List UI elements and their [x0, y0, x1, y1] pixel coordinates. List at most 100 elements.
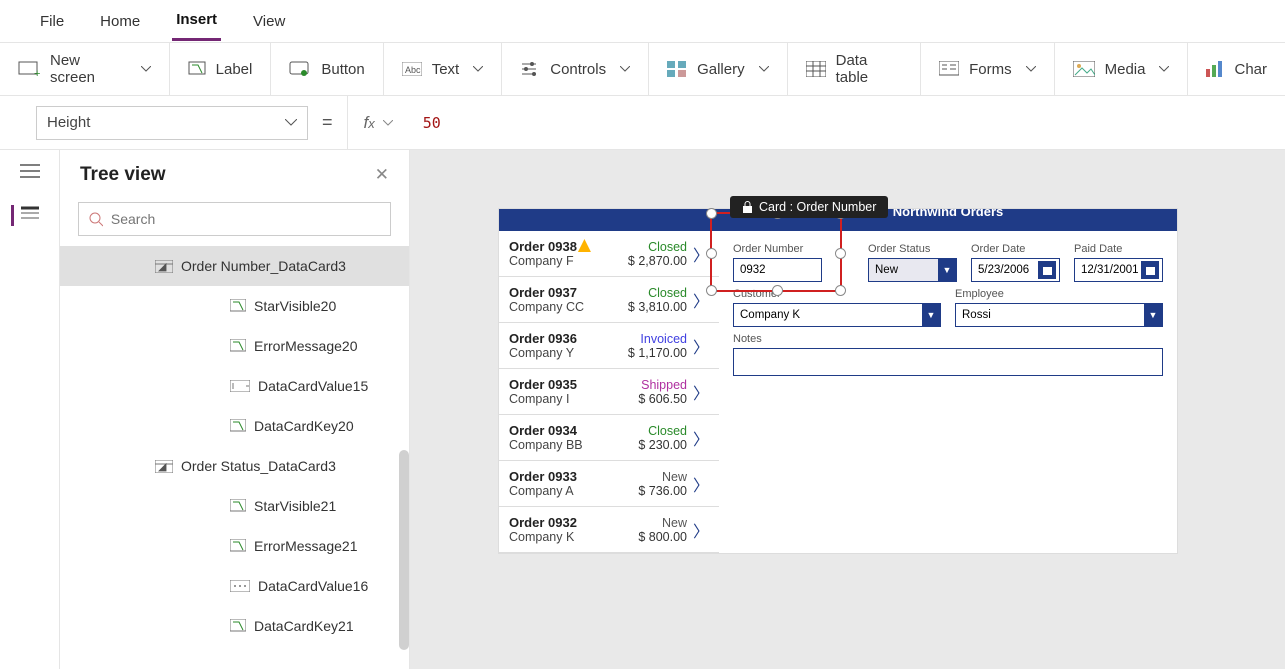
control-icon [230, 539, 246, 553]
tree-node-item[interactable]: DataCardKey21 [60, 606, 409, 646]
select-customer[interactable]: Company K▼ [733, 303, 941, 327]
menu-insert[interactable]: Insert [172, 1, 221, 41]
left-rail [0, 150, 60, 669]
gallery-item[interactable]: Order 0932Company KNew$ 800.00〉 [499, 507, 719, 553]
label-order-status: Order Status [868, 243, 957, 255]
select-employee[interactable]: Rossi▼ [955, 303, 1163, 327]
tree-node-card[interactable]: ◢Order Number_DataCard3 [60, 246, 409, 286]
company-name: Company K [509, 530, 638, 544]
menu-home[interactable]: Home [96, 3, 144, 40]
select-order-status[interactable]: New▼ [868, 258, 957, 282]
expand-icon[interactable]: ◢ [158, 260, 166, 273]
tree-node-item[interactable]: DataCardValue16 [60, 566, 409, 606]
equals-label: = [322, 112, 333, 133]
control-icon [230, 499, 246, 513]
control-icon [230, 299, 246, 313]
order-id: Order 0935 [509, 377, 638, 392]
chart-icon [1206, 61, 1224, 77]
gallery-item[interactable]: Order 0933Company ANew$ 736.00〉 [499, 461, 719, 507]
tree-node-label: Order Status_DataCard3 [181, 458, 336, 474]
close-icon[interactable]: ✕ [375, 165, 389, 185]
chevron-down-icon: ▼ [1144, 303, 1162, 327]
ribbon-button[interactable]: Button [271, 43, 383, 95]
tree-node-item[interactable]: ErrorMessage20 [60, 326, 409, 366]
order-status: Shipped [638, 378, 687, 392]
tree-node-item[interactable]: DataCardValue15 [60, 366, 409, 406]
order-id: Order 0937 [509, 285, 628, 300]
gallery-header [499, 209, 719, 231]
tree-node-label: DataCardKey20 [254, 418, 354, 434]
ribbon-gallery[interactable]: Gallery [649, 43, 788, 95]
ribbon-label[interactable]: Label [170, 43, 272, 95]
menu-view[interactable]: View [249, 3, 289, 40]
company-name: Company Y [509, 346, 628, 360]
tree-node-label: StarVisible20 [254, 298, 336, 314]
gallery-item[interactable]: Order 0935Company IShipped$ 606.50〉 [499, 369, 719, 415]
tree-node-item[interactable]: DataCardKey20 [60, 406, 409, 446]
order-amount: $ 2,870.00 [628, 254, 687, 268]
gallery-item[interactable]: Order 0936Company YInvoiced$ 1,170.00〉 [499, 323, 719, 369]
label-icon [188, 61, 206, 77]
order-id: Order 0933 [509, 469, 638, 484]
menu-bar: File Home Insert View [0, 0, 1285, 42]
property-selector[interactable]: Height [36, 106, 308, 140]
screen-icon: + [18, 61, 40, 77]
tree-node-item[interactable]: StarVisible21 [60, 486, 409, 526]
order-status: Closed [628, 240, 687, 254]
control-icon [230, 419, 246, 433]
chevron-down-icon: ▼ [922, 303, 940, 327]
chevron-right-icon: 〉 [693, 380, 709, 404]
tree-list: ◢Order Number_DataCard3 StarVisible20 Erro… [60, 246, 409, 669]
order-amount: $ 800.00 [638, 530, 687, 544]
label-notes: Notes [733, 333, 1163, 345]
tree-view-panel: Tree view ✕ ◢Order Number_DataCard3StarV… [60, 150, 410, 669]
formula-bar: Height = fx 50 [0, 96, 1285, 150]
selection-outline [710, 212, 842, 292]
ribbon-forms[interactable]: Forms [921, 43, 1055, 95]
order-id: Order 0932 [509, 515, 638, 530]
ribbon: + New screen Label Button Abc Text Contr… [0, 42, 1285, 96]
caret-down-icon [141, 66, 151, 72]
formula-input[interactable]: 50 [423, 114, 441, 132]
label-employee: Employee [955, 288, 1163, 300]
gallery-item[interactable]: Order 0938Company FClosed$ 2,870.00〉 [499, 231, 719, 277]
selection-tooltip: Card : Order Number [730, 196, 888, 218]
tree-search[interactable] [78, 202, 391, 236]
gallery-item[interactable]: Order 0934Company BBClosed$ 230.00〉 [499, 415, 719, 461]
company-name: Company F [509, 254, 628, 268]
control-icon [230, 619, 246, 633]
input-notes[interactable] [733, 348, 1163, 376]
ribbon-chart[interactable]: Char [1188, 43, 1285, 95]
input-order-date[interactable]: 5/23/2006 [971, 258, 1060, 282]
order-amount: $ 736.00 [638, 484, 687, 498]
tree-node-card[interactable]: ◢ Order Status_DataCard3 [60, 446, 409, 486]
ribbon-data-table[interactable]: Data table [788, 43, 922, 95]
order-status: New [638, 470, 687, 484]
order-status: New [638, 516, 687, 530]
menu-file[interactable]: File [36, 3, 68, 40]
hamburger-icon[interactable] [20, 164, 40, 183]
caret-down-icon [383, 120, 393, 126]
chevron-right-icon: 〉 [693, 426, 709, 450]
svg-text:Abc: Abc [405, 65, 421, 75]
scrollbar[interactable] [399, 450, 409, 650]
tree-node-item[interactable]: StarVisible20 [60, 286, 409, 326]
tree-node-label: ErrorMessage21 [254, 538, 358, 554]
text-icon: Abc [402, 62, 422, 76]
ribbon-controls[interactable]: Controls [502, 43, 649, 95]
company-name: Company A [509, 484, 638, 498]
tree-node-item[interactable]: ErrorMessage21 [60, 526, 409, 566]
ribbon-media[interactable]: Media [1055, 43, 1189, 95]
tree-node-label: DataCardValue16 [258, 578, 368, 594]
ribbon-text[interactable]: Abc Text [384, 43, 503, 95]
expand-icon[interactable]: ◢ [158, 460, 166, 473]
input-paid-date[interactable]: 12/31/2001 [1074, 258, 1163, 282]
gallery-item[interactable]: Order 0937Company CCClosed$ 3,810.00〉 [499, 277, 719, 323]
tree-view-icon[interactable] [11, 205, 40, 226]
search-input[interactable] [111, 211, 380, 227]
control-icon [230, 339, 246, 353]
caret-down-icon [759, 66, 769, 72]
caret-down-icon [620, 66, 630, 72]
ribbon-new-screen[interactable]: + New screen [0, 43, 170, 95]
fx-button[interactable]: fx [347, 96, 409, 149]
